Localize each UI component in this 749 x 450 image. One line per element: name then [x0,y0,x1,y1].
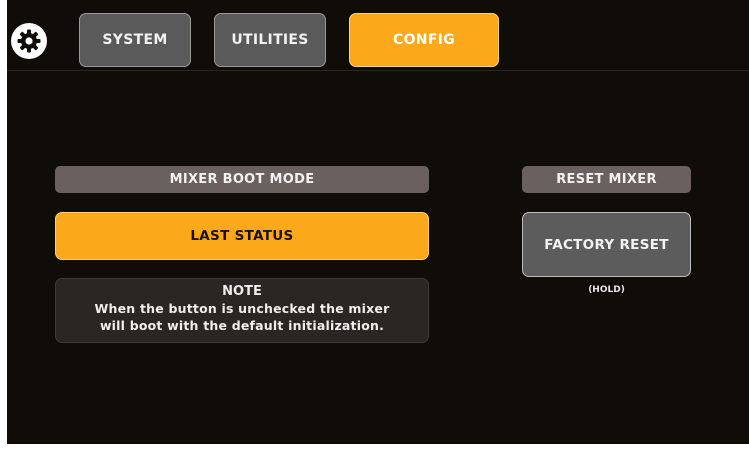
tab-utilities-label: UTILITIES [231,32,309,48]
note-line-1: When the button is unchecked the mixer [94,301,390,316]
last-status-button[interactable]: LAST STATUS [55,212,429,260]
tab-config[interactable]: CONFIG [349,13,499,67]
tab-config-label: CONFIG [393,32,455,48]
note-box: NOTE When the button is unchecked the mi… [55,278,429,343]
left-border [0,0,7,450]
gear-icon[interactable] [11,23,47,59]
gear-icon-glyph [17,29,41,53]
tab-system-label: SYSTEM [102,32,168,48]
boot-mode-title-text: MIXER BOOT MODE [169,172,315,187]
reset-mixer-title-text: RESET MIXER [556,172,657,187]
hold-hint: (HOLD) [588,285,625,295]
header-divider [7,70,749,71]
note-line-2: will boot with the default initializatio… [99,318,385,333]
factory-reset-button[interactable]: FACTORY RESET [522,212,691,277]
factory-reset-button-label: FACTORY RESET [544,236,669,253]
tab-utilities[interactable]: UTILITIES [214,13,326,67]
bottom-border [0,444,749,450]
tab-system[interactable]: SYSTEM [79,13,191,67]
boot-mode-title: MIXER BOOT MODE [55,166,429,193]
last-status-button-label: LAST STATUS [190,228,294,244]
config-screen: SYSTEM UTILITIES CONFIG MIXER BOOT MODE … [0,0,749,450]
reset-mixer-title: RESET MIXER [522,166,691,193]
note-title: NOTE [222,284,262,299]
